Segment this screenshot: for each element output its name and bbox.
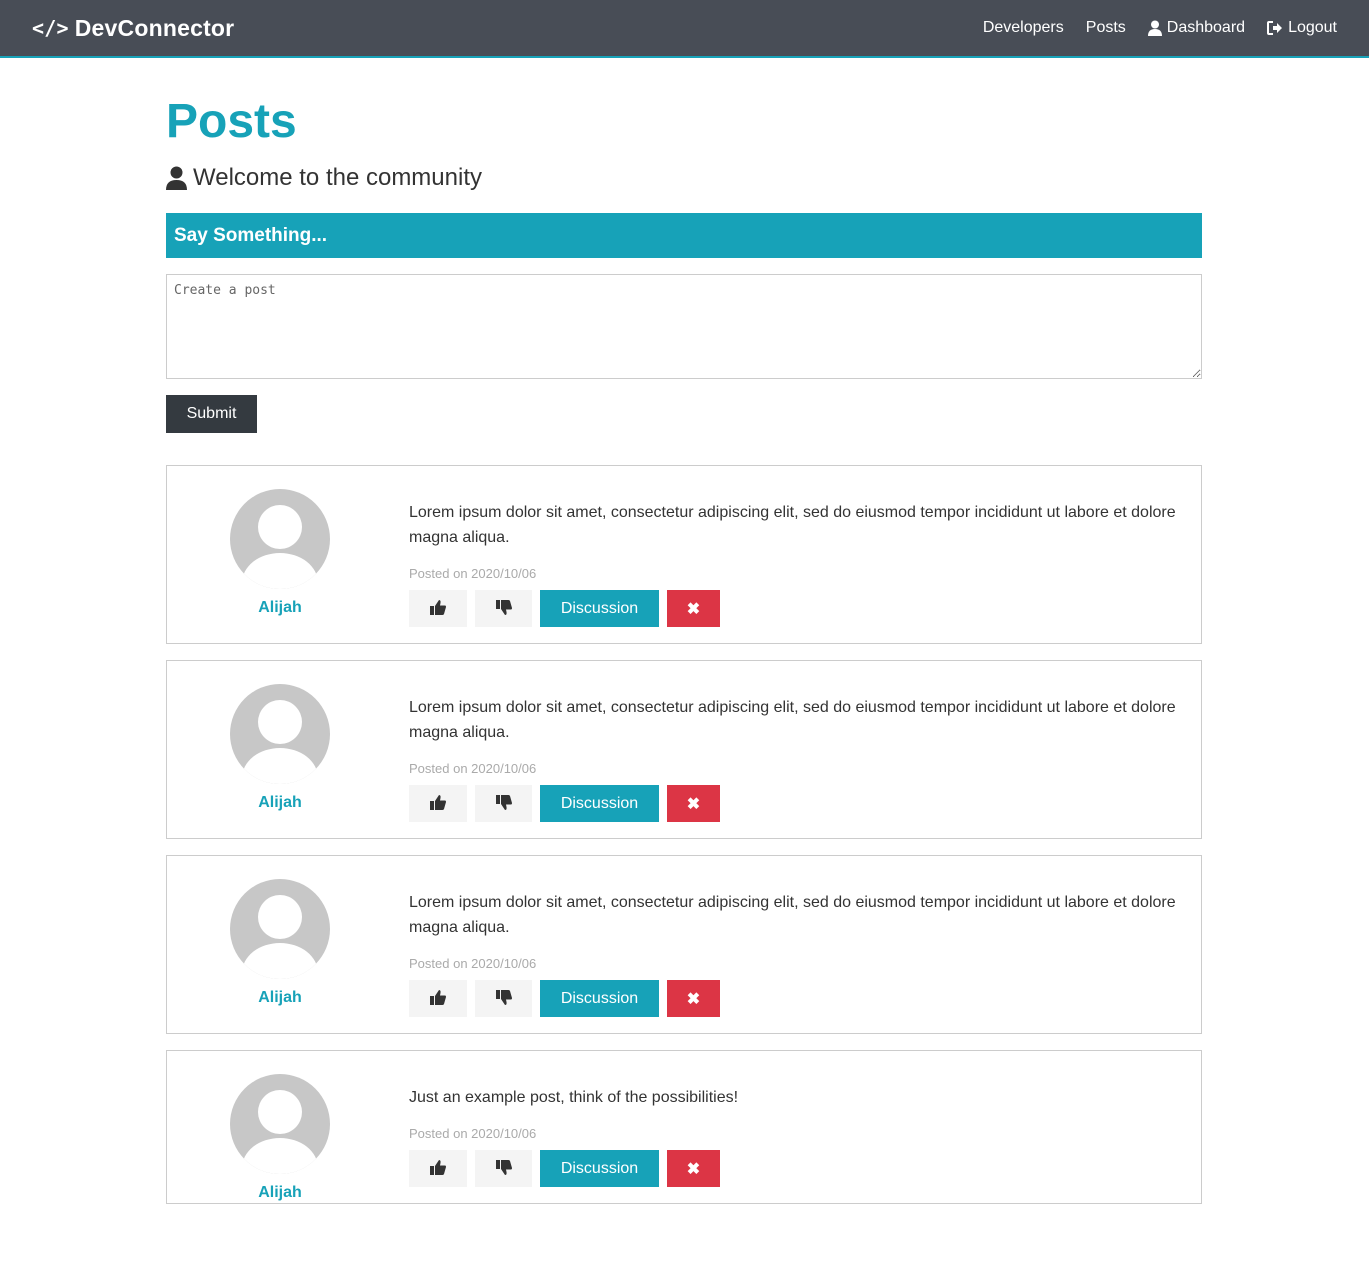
thumbs-up-icon [430, 989, 446, 1008]
post-date: Posted on 2020/10/06 [409, 761, 537, 776]
post-date: Posted on 2020/10/06 [409, 566, 537, 581]
post-text: Just an example post, think of the possi… [409, 1089, 739, 1106]
navbar: </> DevConnector Developers Posts Dashbo… [0, 0, 1369, 58]
author-name[interactable]: Alijah [258, 599, 302, 617]
like-button[interactable] [409, 785, 467, 822]
like-button[interactable] [409, 590, 467, 627]
author-name[interactable]: Alijah [258, 989, 302, 1007]
post-textarea[interactable] [166, 274, 1202, 379]
close-icon: ✖ [686, 600, 701, 618]
close-icon: ✖ [686, 1160, 701, 1178]
lead-label: Welcome to the community [193, 164, 482, 191]
discussion-button[interactable]: Discussion [540, 590, 659, 627]
post-actions: Discussion ✖ [409, 980, 1177, 1017]
author-name[interactable]: Alijah [258, 794, 302, 812]
thumbs-down-icon [495, 989, 512, 1008]
post-author: Alijah [167, 856, 393, 1033]
dislike-button[interactable] [475, 590, 532, 627]
thumbs-up-icon [430, 599, 446, 618]
code-icon: </> [32, 16, 69, 40]
post-body: Lorem ipsum dolor sit amet, consectetur … [393, 661, 1201, 838]
nav-posts[interactable]: Posts [1086, 19, 1126, 37]
post-item: Alijah Lorem ipsum dolor sit amet, conse… [166, 855, 1202, 1034]
avatar[interactable] [230, 489, 330, 589]
post-form-header-label: Say Something... [174, 224, 328, 246]
sign-out-icon [1267, 21, 1283, 35]
main-container: Posts Welcome to the community Say Somet… [166, 58, 1202, 1220]
post-date: Posted on 2020/10/06 [409, 956, 537, 971]
post-actions: Discussion ✖ [409, 785, 1177, 822]
thumbs-down-icon [495, 599, 512, 618]
author-name[interactable]: Alijah [258, 1184, 302, 1202]
brand-link[interactable]: </> DevConnector [32, 15, 234, 42]
post-form: Submit [166, 274, 1202, 433]
delete-button[interactable]: ✖ [667, 785, 720, 822]
delete-button[interactable]: ✖ [667, 1150, 720, 1187]
post-item: Alijah Just an example post, think of th… [166, 1050, 1202, 1204]
user-icon [1147, 20, 1162, 36]
brand-label: DevConnector [74, 14, 235, 41]
delete-button[interactable]: ✖ [667, 590, 720, 627]
post-author: Alijah [167, 661, 393, 838]
thumbs-up-icon [430, 794, 446, 813]
posts-list: Alijah Lorem ipsum dolor sit amet, conse… [166, 465, 1202, 1204]
thumbs-down-icon [495, 794, 512, 813]
nav-links: Developers Posts Dashboard Logout [961, 19, 1337, 37]
post-form-header: Say Something... [166, 213, 1202, 258]
nav-dashboard[interactable]: Dashboard [1147, 19, 1246, 37]
thumbs-up-icon [430, 1159, 446, 1178]
nav-logout-label: Logout [1288, 19, 1337, 36]
discussion-button[interactable]: Discussion [540, 980, 659, 1017]
post-text: Lorem ipsum dolor sit amet, consectetur … [409, 699, 1176, 741]
close-icon: ✖ [686, 990, 701, 1008]
discussion-button[interactable]: Discussion [540, 1150, 659, 1187]
post-text: Lorem ipsum dolor sit amet, consectetur … [409, 504, 1176, 546]
post-item: Alijah Lorem ipsum dolor sit amet, conse… [166, 660, 1202, 839]
avatar[interactable] [230, 1074, 330, 1174]
post-author: Alijah [167, 466, 393, 643]
post-actions: Discussion ✖ [409, 590, 1177, 627]
thumbs-down-icon [495, 1159, 512, 1178]
dislike-button[interactable] [475, 980, 532, 1017]
post-text: Lorem ipsum dolor sit amet, consectetur … [409, 894, 1176, 936]
discussion-button[interactable]: Discussion [540, 785, 659, 822]
delete-button[interactable]: ✖ [667, 980, 720, 1017]
close-icon: ✖ [686, 795, 701, 813]
post-body: Lorem ipsum dolor sit amet, consectetur … [393, 856, 1201, 1033]
dislike-button[interactable] [475, 785, 532, 822]
like-button[interactable] [409, 980, 467, 1017]
avatar[interactable] [230, 879, 330, 979]
page-title: Posts [166, 95, 297, 148]
dislike-button[interactable] [475, 1150, 532, 1187]
post-item: Alijah Lorem ipsum dolor sit amet, conse… [166, 465, 1202, 644]
nav-dashboard-label: Dashboard [1166, 19, 1246, 36]
post-body: Lorem ipsum dolor sit amet, consectetur … [393, 466, 1201, 643]
post-actions: Discussion ✖ [409, 1150, 1177, 1187]
user-icon [166, 166, 187, 190]
submit-button[interactable]: Submit [166, 395, 257, 433]
lead-text: Welcome to the community [166, 164, 1202, 192]
post-body: Just an example post, think of the possi… [393, 1051, 1201, 1203]
nav-logout[interactable]: Logout [1267, 19, 1337, 37]
post-author: Alijah [167, 1051, 393, 1203]
nav-developers[interactable]: Developers [983, 19, 1064, 37]
avatar[interactable] [230, 684, 330, 784]
post-date: Posted on 2020/10/06 [409, 1126, 537, 1141]
like-button[interactable] [409, 1150, 467, 1187]
